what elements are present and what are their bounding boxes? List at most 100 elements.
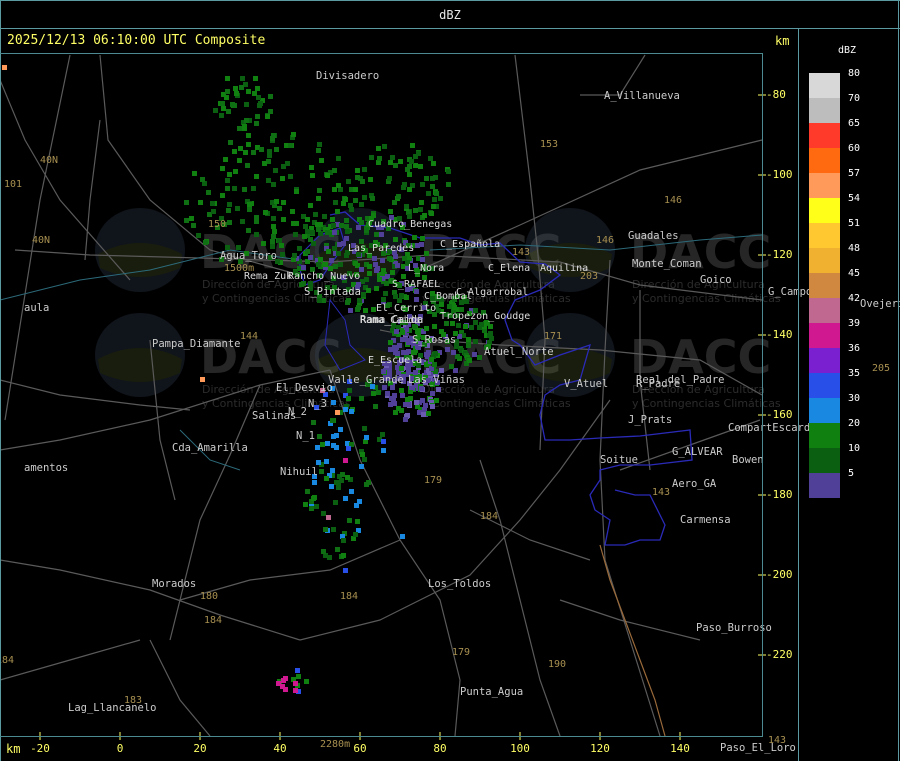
radar-echo-pixel (373, 404, 378, 409)
legend-swatch-48 (809, 248, 840, 273)
legend-swatch-51 (809, 223, 840, 248)
radar-echo-pixel (273, 168, 278, 173)
radar-echo-pixel (283, 687, 288, 692)
place-label: S_Pintada (304, 286, 361, 298)
radar-echo-pixel (281, 217, 286, 222)
radar-echo-pixel (433, 175, 438, 180)
radar-echo-pixel (383, 291, 388, 296)
legend-swatch-35 (809, 373, 840, 398)
radar-echo-pixel (414, 297, 419, 302)
radar-echo-pixel (271, 224, 276, 229)
radar-echo-pixel (332, 168, 337, 173)
dacc-logo-watermark: DACCDirección de Agriculturay Contingenc… (525, 208, 781, 305)
radar-echo-pixel (382, 144, 387, 149)
y-tick-label: -180 (766, 488, 793, 501)
radar-echo-pixel (270, 239, 275, 244)
radar-echo-pixel (341, 553, 346, 558)
radar-echo-pixel (303, 502, 308, 507)
legend-swatch-57 (809, 173, 840, 198)
legend-label-36: 36 (848, 343, 861, 354)
radar-echo-pixel (393, 410, 398, 415)
radar-echo-pixel (221, 106, 226, 111)
radar-echo-pixel (390, 155, 395, 160)
radar-echo-pixel (381, 268, 386, 273)
radar-echo-pixel (420, 236, 425, 241)
place-label: G_ALVEAR (672, 446, 723, 458)
radar-echo-pixel (331, 400, 336, 405)
route-number-label: 179 (452, 647, 470, 658)
radar-echo-pixel (305, 489, 310, 494)
radar-echo-pixel (281, 678, 286, 683)
place-label: Ovejeria (860, 298, 900, 310)
radar-echo-pixel (280, 176, 285, 181)
radar-echo-pixel (227, 172, 232, 177)
radar-echo-pixel (244, 118, 249, 123)
radar-echo-pixel (353, 532, 358, 537)
radar-echo-pixel (310, 230, 315, 235)
legend-swatch-80 (809, 73, 840, 98)
radar-echo-pixel (297, 246, 302, 251)
radar-echo-pixel (347, 518, 352, 523)
radar-echo-pixel (247, 207, 252, 212)
radar-echo-pixel (410, 143, 415, 148)
radar-echo-pixel (355, 175, 360, 180)
radar-echo-pixel (355, 168, 360, 173)
plot-bottom-border (0, 736, 763, 737)
place-label: Punta_Agua (460, 686, 523, 698)
route-number-label: 179 (424, 475, 442, 486)
y-tick-label: -100 (766, 168, 793, 181)
radar-echo-pixel (488, 331, 493, 336)
radar-echo-pixel (472, 352, 477, 357)
place-label-dense: El_Cerrito (376, 303, 436, 314)
radar-echo-pixel (372, 256, 377, 261)
radar-echo-pixel (317, 188, 322, 193)
radar-echo-pixel (333, 200, 338, 205)
legend-label-57: 57 (848, 168, 861, 179)
radar-echo-pixel (225, 178, 230, 183)
place-label: Valle_Grande (328, 374, 404, 386)
radar-echo-pixel (334, 480, 339, 485)
radar-echo-pixel (320, 442, 325, 447)
radar-echo-pixel (263, 210, 268, 215)
radar-echo-pixel (331, 527, 336, 532)
radar-echo-pixel (420, 182, 425, 187)
route-number-label: 180 (200, 591, 218, 602)
radar-echo-pixel (341, 538, 346, 543)
radar-echo-pixel (447, 304, 452, 309)
radar-echo-pixel (456, 323, 461, 328)
route-number-label: 184 (480, 511, 498, 522)
radar-echo-pixel-strong (326, 515, 331, 520)
timestamp-subtitle: 2025/12/13 06:10:00 UTC Composite (7, 33, 266, 48)
radar-echo-pixel (362, 426, 367, 431)
radar-echo-pixel (381, 297, 386, 302)
radar-echo-pixel (366, 480, 371, 485)
y-tick-label: -140 (766, 328, 793, 341)
radar-echo-pixel (237, 126, 242, 131)
radar-echo-pixel (344, 218, 349, 223)
place-label-dense: Rancho_Nuevo (288, 271, 360, 282)
radar-echo-pixel (321, 511, 326, 516)
place-label: N_3 (308, 398, 327, 410)
radar-echo-pixel (349, 409, 354, 414)
radar-echo-pixel (408, 396, 413, 401)
radar-echo-pixel (206, 190, 211, 195)
radar-echo-pixel-strong (200, 377, 205, 382)
legend-label-80: 80 (848, 68, 861, 79)
radar-echo-pixel (426, 411, 431, 416)
radar-echo-pixel (305, 249, 310, 254)
radar-echo-pixel (311, 420, 316, 425)
radar-echo-pixel (418, 164, 423, 169)
radar-echo-pixel (251, 150, 256, 155)
radar-echo-pixel (317, 434, 322, 439)
place-label: amentos (24, 462, 68, 474)
place-label: Agua_Toro (220, 250, 277, 262)
watermark-line2: y Contingencias Climáticas (422, 397, 571, 410)
radar-echo-pixel (311, 496, 316, 501)
radar-echo-pixel (375, 266, 380, 271)
legend-label-54: 54 (848, 193, 861, 204)
place-label: A_Villanueva (604, 90, 680, 102)
radar-echo-pixel-strong (2, 65, 7, 70)
route-number-label: 40N (40, 155, 58, 166)
legend-label-20: 20 (848, 418, 861, 429)
radar-echo-pixel (233, 169, 238, 174)
